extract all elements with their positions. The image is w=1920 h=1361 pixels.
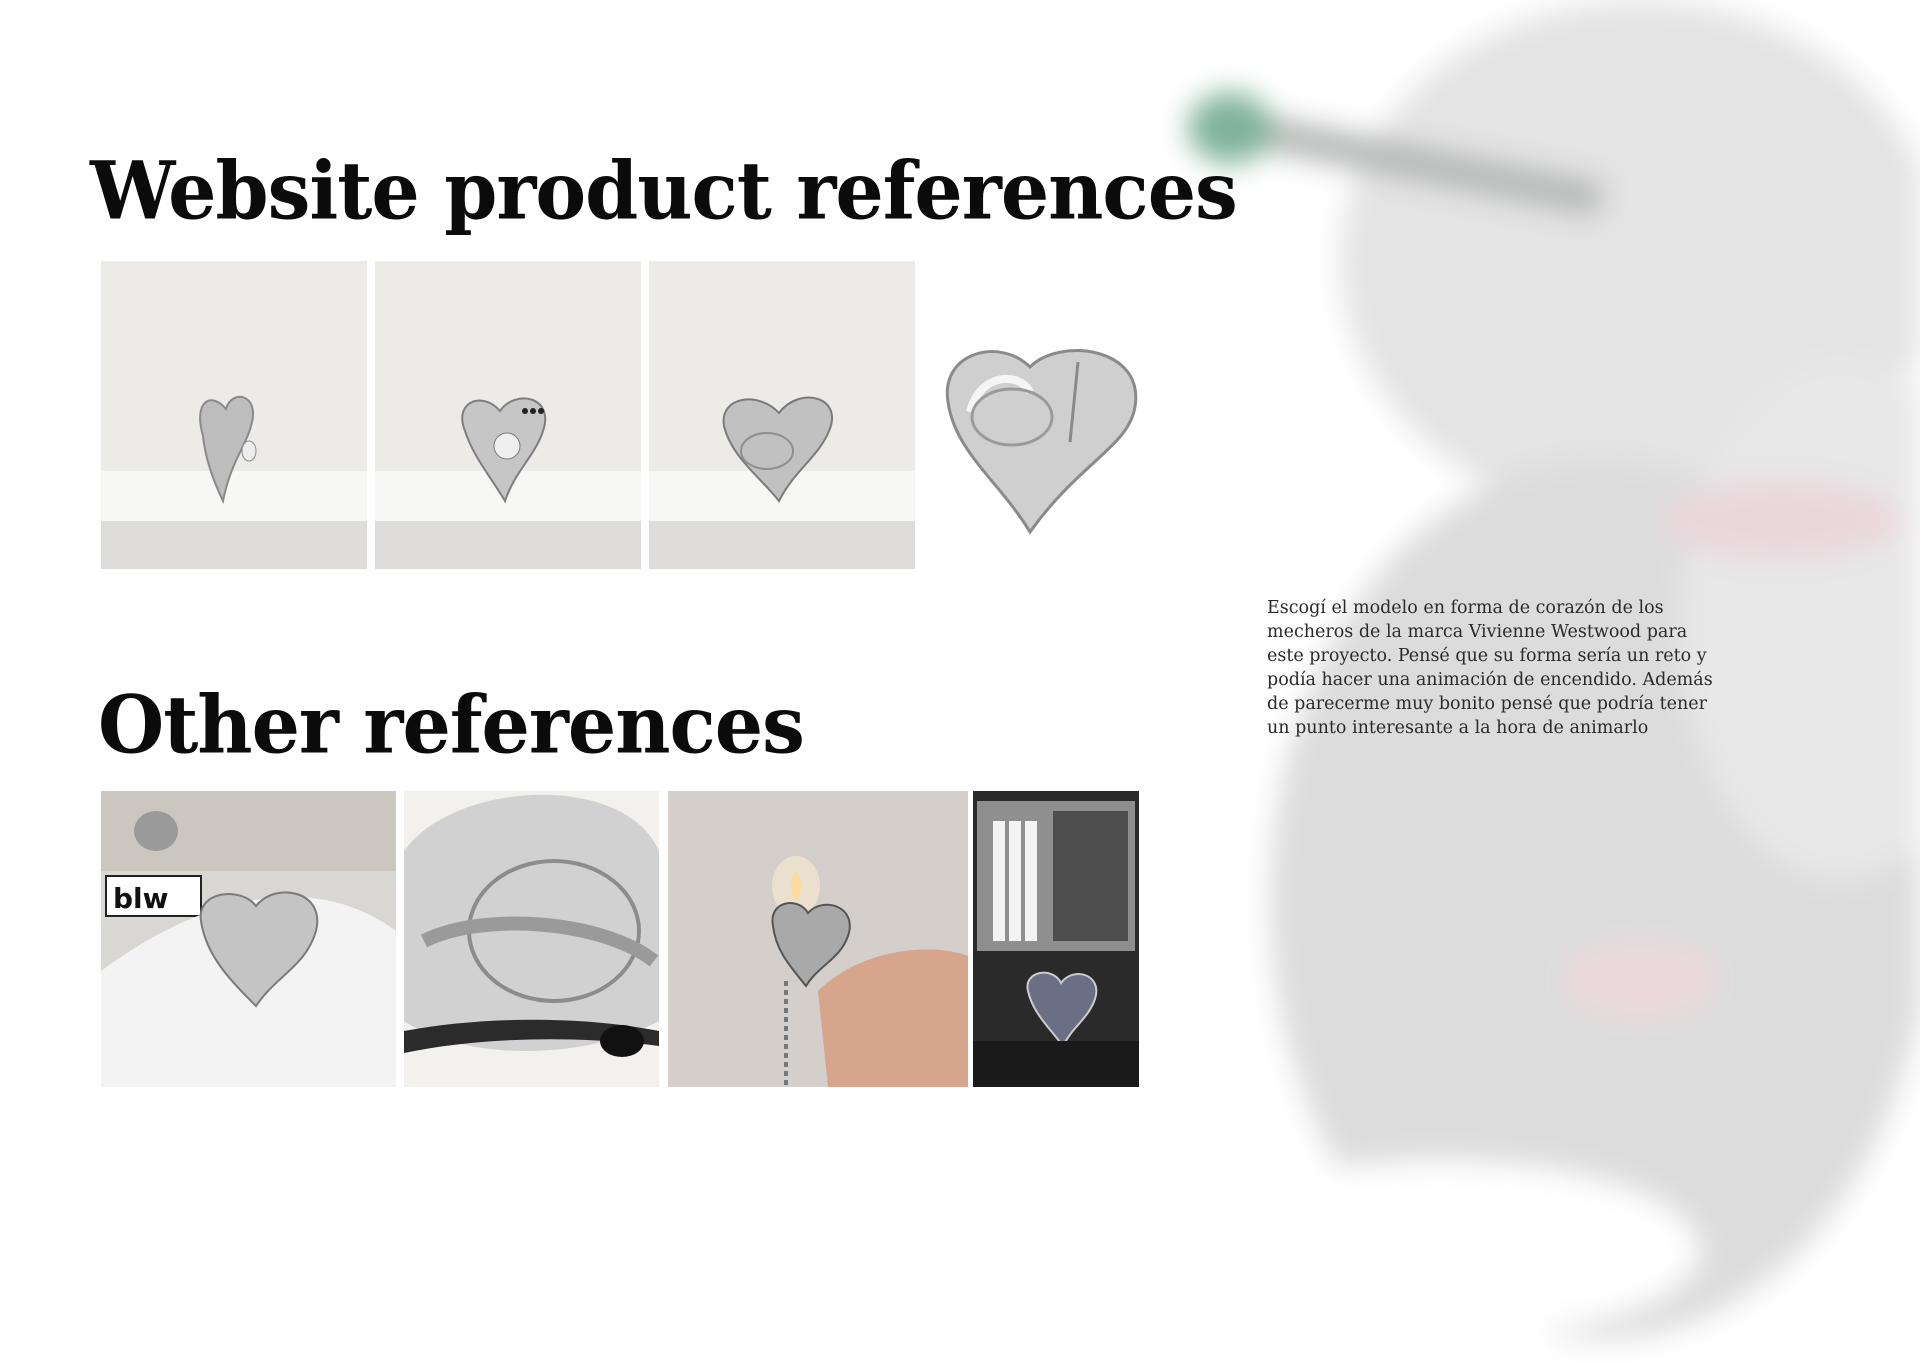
website-references-heading: Website product references [90, 143, 1238, 238]
photo-cigarette-case [973, 791, 1139, 1087]
product-photo-side [101, 261, 367, 569]
product-photo-cutout [930, 332, 1150, 537]
project-description: Escogí el modelo en forma de corazón de … [1267, 598, 1713, 738]
other-references-heading: Other references [98, 677, 805, 772]
photo-lit-lighter [668, 791, 968, 1087]
photo-orb-closeup [404, 791, 659, 1087]
product-photo-back [649, 261, 915, 569]
sign-text: blw [113, 882, 169, 915]
product-photo-front [375, 261, 641, 569]
photo-gloved-hand: blw [101, 791, 396, 1087]
